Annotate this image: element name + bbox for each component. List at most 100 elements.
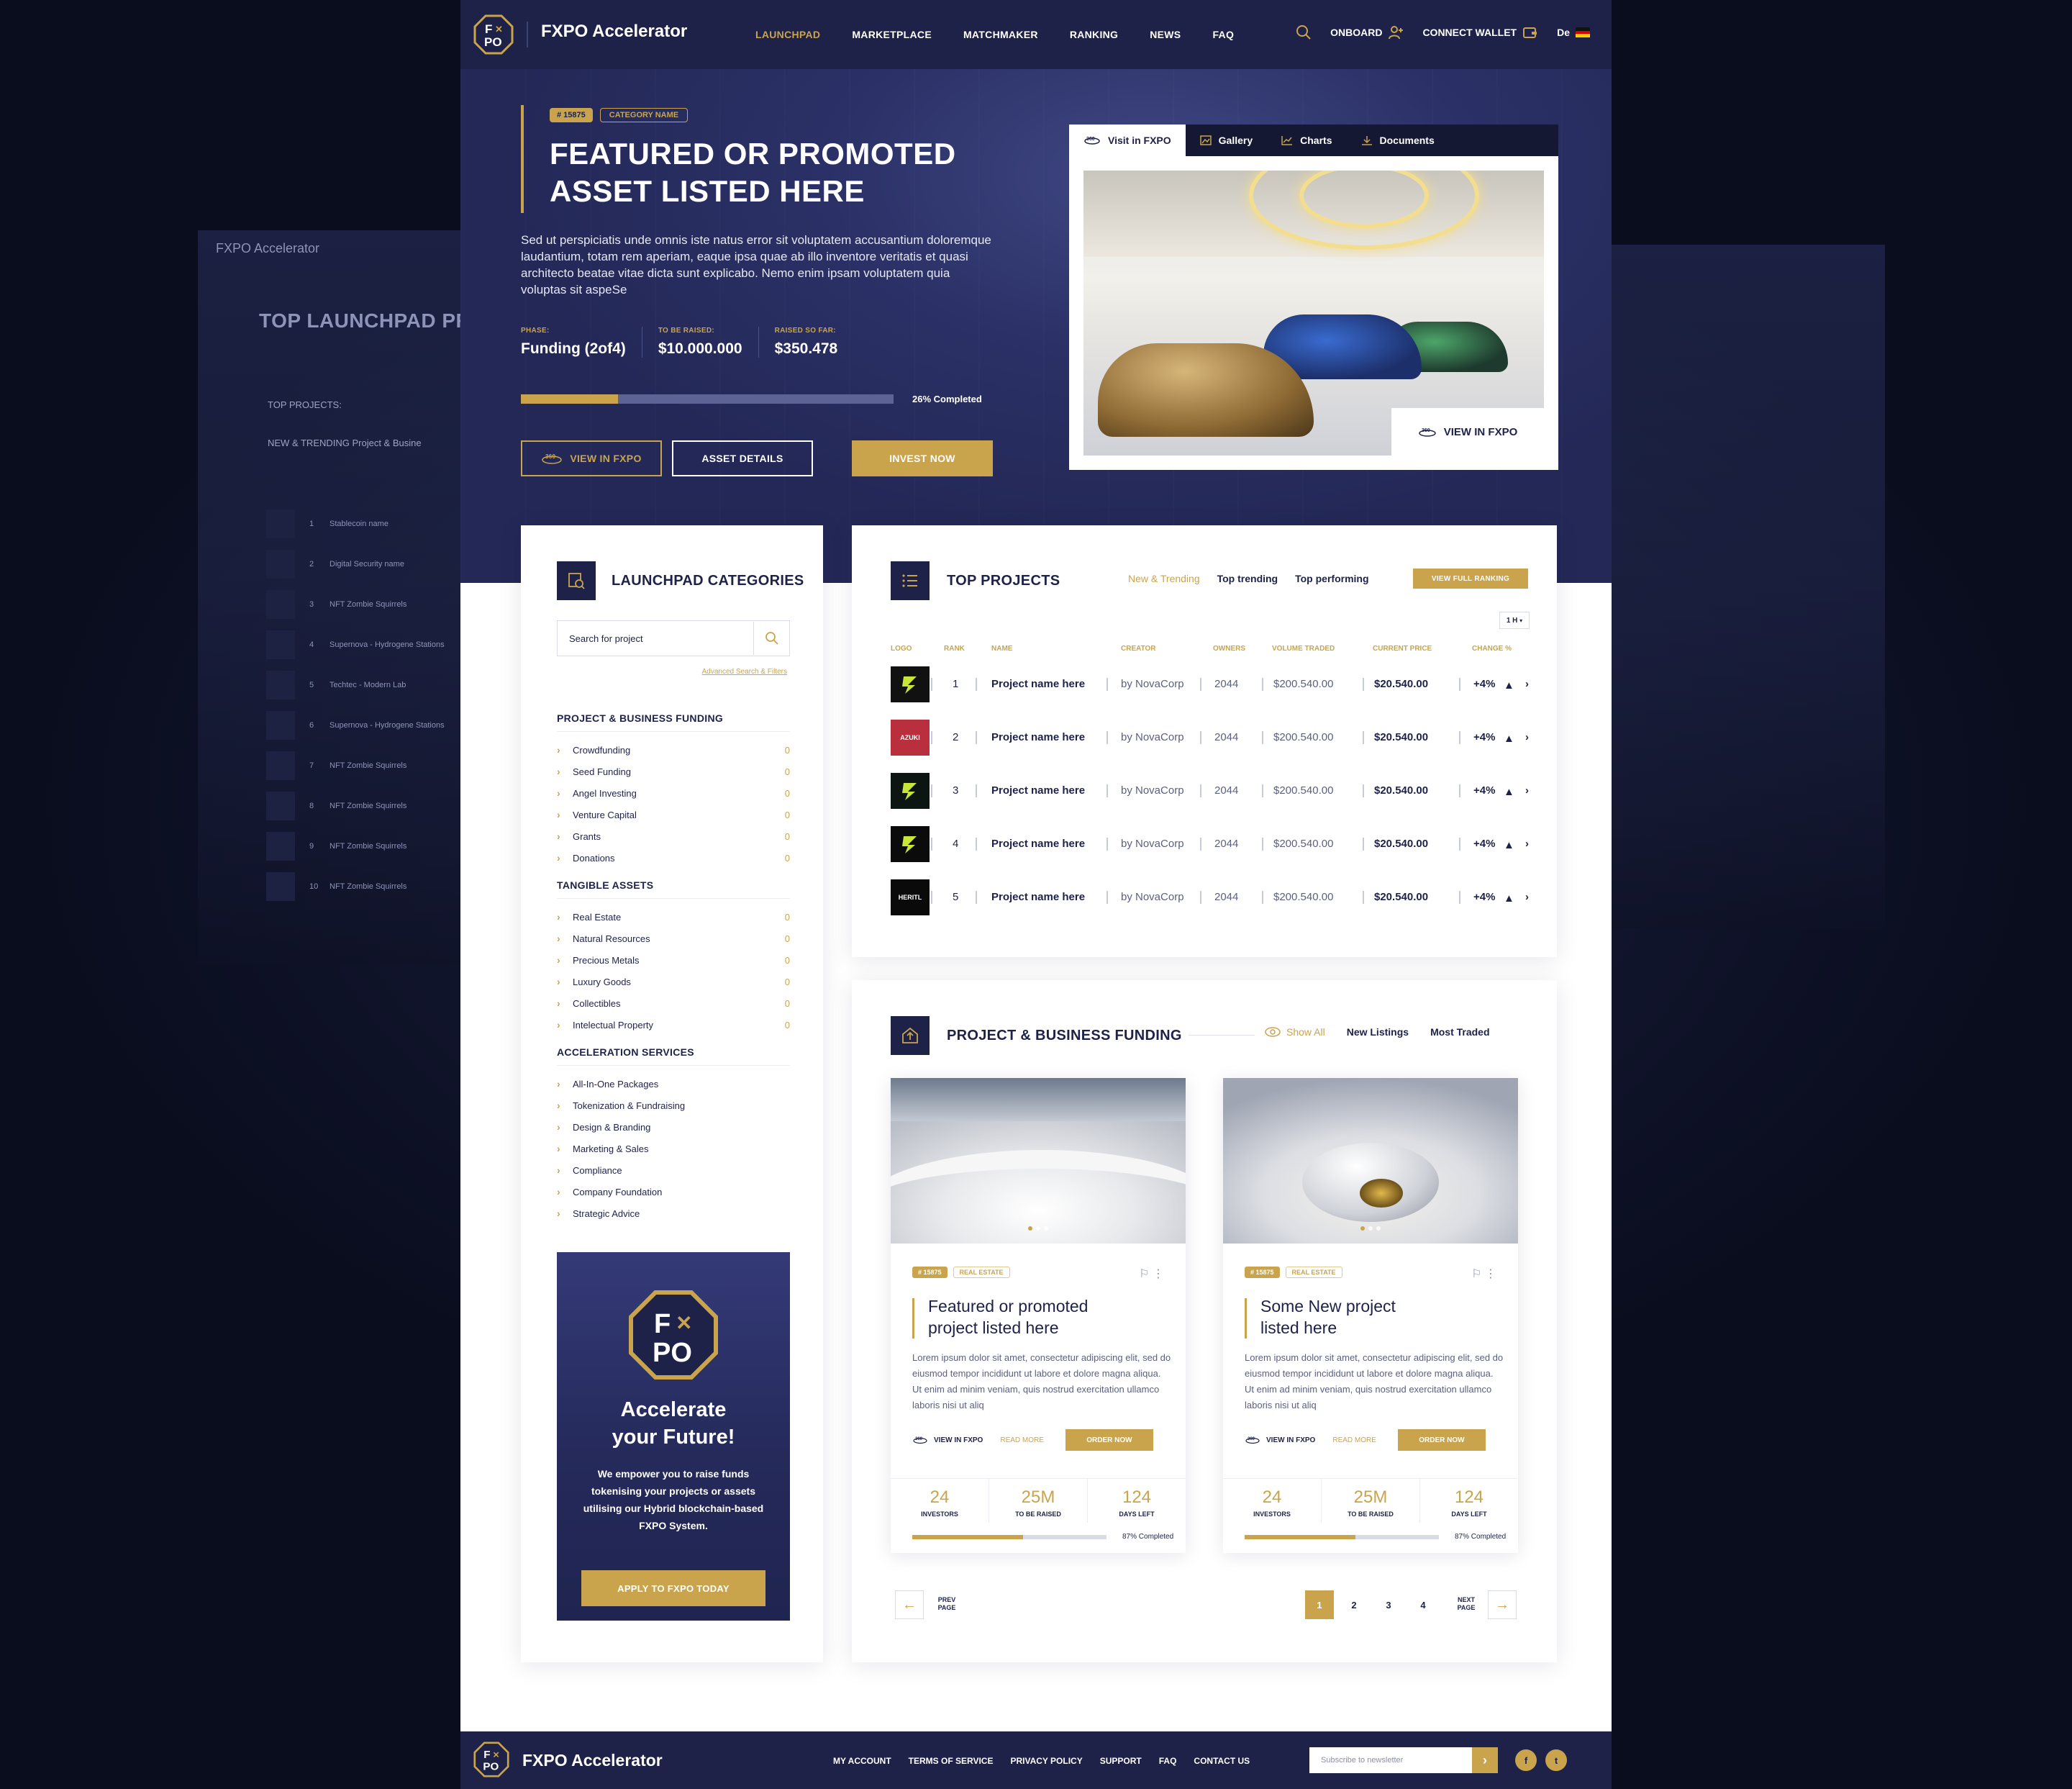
cell-name[interactable]: Project name here bbox=[991, 784, 1085, 797]
category-item[interactable]: › Precious Metals 0 bbox=[557, 949, 790, 971]
category-item[interactable]: › Intelectual Property 0 bbox=[557, 1014, 790, 1036]
advanced-search-link[interactable]: Advanced Search & Filters bbox=[702, 668, 787, 676]
tab-gallery[interactable]: Gallery bbox=[1186, 124, 1267, 156]
view-in-fxpo-button[interactable]: 360 VIEW IN FXPO bbox=[521, 440, 662, 476]
project-card[interactable]: # 15875 REAL ESTATE ⚐ ⋮ Some New project lis… bbox=[1223, 1078, 1518, 1553]
category-item[interactable]: › Tokenization & Fundraising bbox=[557, 1095, 790, 1116]
order-now-button[interactable]: ORDER NOW bbox=[1397, 1429, 1486, 1451]
category-item[interactable]: › Venture Capital 0 bbox=[557, 804, 790, 825]
chevron-right-icon[interactable]: › bbox=[1525, 891, 1529, 903]
table-row[interactable]: 3 Project name here by NovaCorp 2044 $200.54… bbox=[891, 773, 1538, 809]
newsletter-submit-button[interactable]: › bbox=[1472, 1747, 1498, 1773]
page-number-4[interactable]: 4 bbox=[1409, 1590, 1437, 1619]
read-more-link[interactable]: READ MORE bbox=[1000, 1436, 1044, 1444]
carousel-dot[interactable] bbox=[1376, 1226, 1381, 1231]
carousel-dot[interactable] bbox=[1036, 1226, 1040, 1231]
cell-name[interactable]: Project name here bbox=[991, 891, 1085, 903]
twitter-icon[interactable]: t bbox=[1545, 1749, 1567, 1771]
category-item[interactable]: › Angel Investing 0 bbox=[557, 782, 790, 804]
search-icon[interactable] bbox=[1296, 24, 1312, 40]
tab-show-all[interactable]: Show All bbox=[1265, 1026, 1325, 1038]
asset-details-button[interactable]: ASSET DETAILS bbox=[672, 440, 813, 476]
project-search-input[interactable] bbox=[558, 622, 753, 655]
language-switcher[interactable]: De bbox=[1557, 27, 1590, 38]
category-item[interactable]: › Compliance bbox=[557, 1159, 790, 1181]
period-select[interactable]: 1 H ▾ bbox=[1499, 612, 1530, 629]
footer-terms[interactable]: TERMS OF SERVICE bbox=[909, 1756, 994, 1766]
tab-most-traded[interactable]: Most Traded bbox=[1430, 1026, 1489, 1038]
tab-new-trending[interactable]: New & Trending bbox=[1128, 573, 1200, 584]
onboard-button[interactable]: ONBOARD bbox=[1330, 24, 1404, 40]
tab-charts[interactable]: Charts bbox=[1267, 124, 1346, 156]
category-item[interactable]: › Company Foundation bbox=[557, 1181, 790, 1203]
carousel-dot[interactable] bbox=[1368, 1226, 1373, 1231]
apply-to-fxpo-button[interactable]: APPLY TO FXPO TODAY bbox=[581, 1570, 765, 1606]
category-item[interactable]: › Grants 0 bbox=[557, 825, 790, 847]
footer-support[interactable]: SUPPORT bbox=[1100, 1756, 1142, 1766]
fxpo-logo-icon[interactable]: F ✕ PO bbox=[473, 14, 514, 55]
nav-ranking[interactable]: RANKING bbox=[1070, 29, 1118, 40]
read-more-link[interactable]: READ MORE bbox=[1332, 1436, 1376, 1444]
chevron-right-icon[interactable]: › bbox=[1525, 731, 1529, 743]
nav-news[interactable]: NEWS bbox=[1150, 29, 1181, 40]
fxpo-logo-icon[interactable]: F ✕ PO bbox=[473, 1742, 509, 1777]
carousel-dot-active[interactable] bbox=[1360, 1226, 1365, 1231]
tab-new-listings[interactable]: New Listings bbox=[1347, 1026, 1409, 1038]
table-row[interactable]: AZUKI 2 Project name here by NovaCorp 2044 $2… bbox=[891, 720, 1538, 756]
category-item[interactable]: › Real Estate 0 bbox=[557, 906, 790, 928]
project-view-in-fxpo[interactable]: 360 VIEW IN FXPO bbox=[1245, 1436, 1315, 1444]
chevron-right-icon[interactable]: › bbox=[1525, 838, 1529, 850]
category-item[interactable]: › Collectibles 0 bbox=[557, 992, 790, 1014]
category-item[interactable]: › Seed Funding 0 bbox=[557, 761, 790, 782]
carousel-dot[interactable] bbox=[1044, 1226, 1048, 1231]
prev-page-button[interactable]: ← bbox=[895, 1590, 924, 1619]
chevron-right-icon[interactable]: › bbox=[1525, 678, 1529, 690]
page-number-2[interactable]: 2 bbox=[1340, 1590, 1368, 1619]
tab-top-performing[interactable]: Top performing bbox=[1295, 573, 1368, 584]
category-item[interactable]: › Donations 0 bbox=[557, 847, 790, 869]
bookmark-icon[interactable]: ⚐ ⋮ bbox=[1471, 1267, 1496, 1281]
category-item[interactable]: › Crowdfunding 0 bbox=[557, 739, 790, 761]
nav-faq[interactable]: FAQ bbox=[1212, 29, 1234, 40]
project-category-tag[interactable]: REAL ESTATE bbox=[953, 1267, 1010, 1278]
nav-marketplace[interactable]: MARKETPLACE bbox=[852, 29, 932, 40]
nav-matchmaker[interactable]: MATCHMAKER bbox=[963, 29, 1038, 40]
table-row[interactable]: HERITL 5 Project name here by NovaCorp 2044 $… bbox=[891, 879, 1538, 915]
category-item[interactable]: › Strategic Advice bbox=[557, 1203, 790, 1224]
project-view-in-fxpo[interactable]: 360 VIEW IN FXPO bbox=[912, 1436, 983, 1444]
tab-documents[interactable]: Documents bbox=[1347, 124, 1449, 156]
next-page-button[interactable]: → bbox=[1488, 1590, 1517, 1619]
tab-top-trending[interactable]: Top trending bbox=[1217, 573, 1278, 584]
tab-visit-in-fxpo[interactable]: 360 Visit in FXPO bbox=[1069, 124, 1186, 156]
cell-name[interactable]: Project name here bbox=[991, 838, 1085, 850]
invest-now-button[interactable]: INVEST NOW bbox=[852, 440, 993, 476]
table-row[interactable]: 4 Project name here by NovaCorp 2044 $200.54… bbox=[891, 826, 1538, 862]
chevron-right-icon[interactable]: › bbox=[1525, 784, 1529, 797]
cell-name[interactable]: Project name here bbox=[991, 731, 1085, 743]
project-category-tag[interactable]: REAL ESTATE bbox=[1285, 1267, 1342, 1278]
category-tag[interactable]: CATEGORY NAME bbox=[599, 108, 689, 122]
page-number-1[interactable]: 1 bbox=[1305, 1590, 1334, 1619]
order-now-button[interactable]: ORDER NOW bbox=[1065, 1429, 1153, 1451]
showroom-image[interactable]: 360 VIEW IN FXPO bbox=[1083, 171, 1544, 456]
connect-wallet-button[interactable]: CONNECT WALLET bbox=[1422, 24, 1538, 40]
footer-faq[interactable]: FAQ bbox=[1159, 1756, 1177, 1766]
project-image[interactable] bbox=[1223, 1078, 1518, 1244]
footer-privacy[interactable]: PRIVACY POLICY bbox=[1010, 1756, 1082, 1766]
category-item[interactable]: › Luxury Goods 0 bbox=[557, 971, 790, 992]
newsletter-input[interactable] bbox=[1309, 1748, 1472, 1772]
category-item[interactable]: › Natural Resources 0 bbox=[557, 928, 790, 949]
category-item[interactable]: › All-In-One Packages bbox=[557, 1073, 790, 1095]
search-submit-button[interactable] bbox=[753, 622, 789, 655]
nav-launchpad[interactable]: LAUNCHPAD bbox=[755, 29, 820, 40]
facebook-icon[interactable]: f bbox=[1515, 1749, 1537, 1771]
project-image[interactable] bbox=[891, 1078, 1186, 1244]
category-item[interactable]: › Design & Branding bbox=[557, 1116, 790, 1138]
table-row[interactable]: 1 Project name here by NovaCorp 2044 $200.54… bbox=[891, 666, 1538, 702]
media-view-in-fxpo-button[interactable]: 360 VIEW IN FXPO bbox=[1391, 408, 1544, 456]
carousel-dot-active[interactable] bbox=[1028, 1226, 1032, 1231]
page-number-3[interactable]: 3 bbox=[1374, 1590, 1403, 1619]
view-full-ranking-button[interactable]: VIEW FULL RANKING bbox=[1413, 569, 1528, 589]
footer-my-account[interactable]: MY ACCOUNT bbox=[833, 1756, 891, 1766]
cell-name[interactable]: Project name here bbox=[991, 678, 1085, 690]
